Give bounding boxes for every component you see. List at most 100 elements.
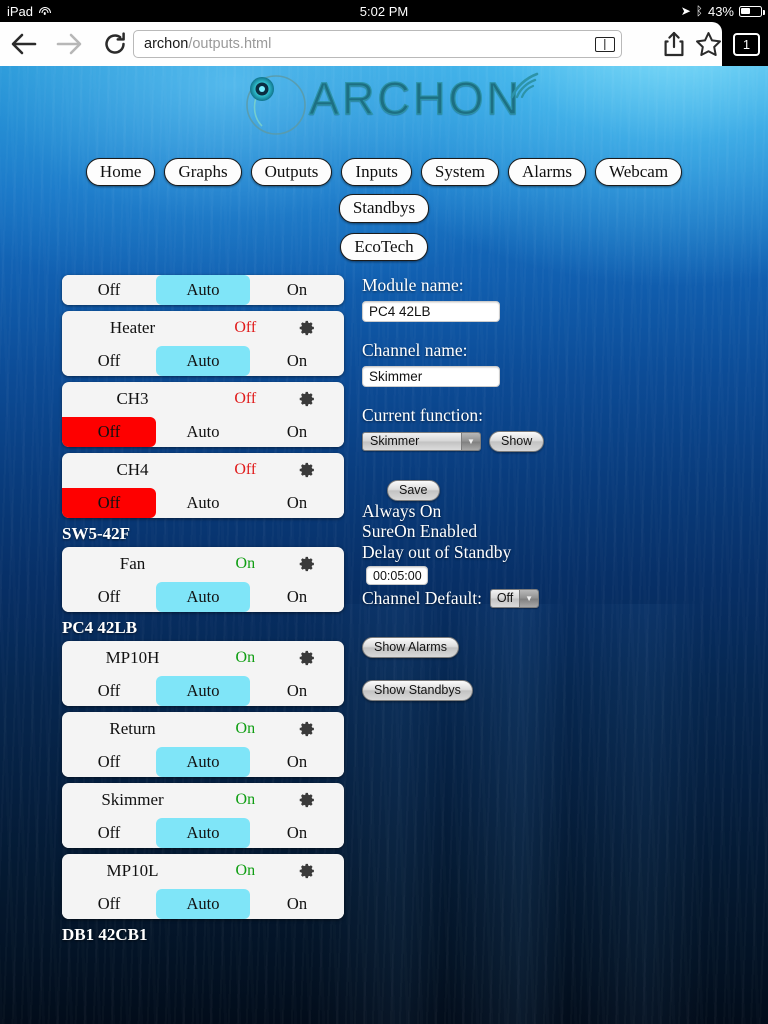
channel-name-label: Channel name: xyxy=(362,339,468,360)
back-button[interactable] xyxy=(0,22,46,66)
wireless-signal-icon xyxy=(510,72,539,99)
mode-on-button[interactable]: On xyxy=(250,274,344,305)
output-card: Return On Off Auto On xyxy=(62,711,344,777)
page-main: Off Auto On Heater Off Off Auto On CH3 O… xyxy=(0,261,768,948)
show-standbys-button[interactable]: Show Standbys xyxy=(362,679,473,701)
gear-icon[interactable] xyxy=(299,391,316,408)
forward-button[interactable] xyxy=(46,22,92,66)
show-alarms-row: Show Alarms xyxy=(362,636,768,658)
channel-status: On xyxy=(235,862,256,880)
mode-auto-button[interactable]: Auto xyxy=(156,888,250,919)
output-mode-buttons: Off Auto On xyxy=(62,817,344,848)
mode-off-button[interactable]: Off xyxy=(62,581,156,612)
address-bar[interactable]: archon/outputs.html xyxy=(133,30,622,58)
mode-off-button[interactable]: Off xyxy=(62,746,156,777)
module-name-input[interactable]: PC4 42LB xyxy=(362,300,500,322)
nav-item-system[interactable]: System xyxy=(420,158,499,187)
save-button[interactable]: Save xyxy=(387,479,440,501)
gear-icon[interactable] xyxy=(299,462,316,479)
share-icon[interactable] xyxy=(663,31,685,57)
mode-auto-button[interactable]: Auto xyxy=(156,487,250,518)
mode-on-button[interactable]: On xyxy=(250,675,344,706)
output-card-header: Heater Off xyxy=(62,311,344,346)
mode-on-button[interactable]: On xyxy=(250,345,344,376)
back-arrow-icon xyxy=(11,33,36,55)
channel-name-input[interactable]: Skimmer xyxy=(362,365,500,387)
status-bar-right: ➤ ᛒ 43% xyxy=(681,3,765,19)
show-function-button[interactable]: Show xyxy=(489,430,545,452)
bookmark-star-icon[interactable] xyxy=(695,31,722,57)
mode-auto-button[interactable]: Auto xyxy=(156,817,250,848)
mode-on-button[interactable]: On xyxy=(250,487,344,518)
channel-status: On xyxy=(235,791,256,809)
sureon-enabled-text: SureOn Enabled xyxy=(362,521,478,542)
main-navigation-row-2: EcoTech xyxy=(60,232,708,261)
nav-item-home[interactable]: Home xyxy=(85,158,156,187)
output-group-label: DB1 42CB1 xyxy=(62,924,148,944)
url-host: archon xyxy=(144,36,189,52)
gear-icon[interactable] xyxy=(299,320,316,337)
gear-icon[interactable] xyxy=(299,721,316,738)
nav-item-inputs[interactable]: Inputs xyxy=(341,158,412,187)
gear-icon[interactable] xyxy=(299,650,316,667)
mode-off-button[interactable]: Off xyxy=(62,675,156,706)
channel-default-select[interactable]: Off ▼ xyxy=(490,588,540,608)
archon-logo: ARCHON xyxy=(234,70,539,140)
toolbar-nav-buttons xyxy=(0,22,138,66)
battery-percent-label: 43% xyxy=(707,3,734,19)
nav-item-ecotech[interactable]: EcoTech xyxy=(340,232,428,261)
output-card: CH4 Off Off Auto On xyxy=(62,452,344,518)
channel-name: Return xyxy=(109,719,156,739)
mode-off-button[interactable]: Off xyxy=(62,487,156,518)
mode-off-button[interactable]: Off xyxy=(62,416,156,447)
channel-status: Off xyxy=(234,390,257,408)
mode-on-button[interactable]: On xyxy=(250,817,344,848)
nav-item-webcam[interactable]: Webcam xyxy=(595,158,683,187)
nav-item-graphs[interactable]: Graphs xyxy=(164,158,242,187)
reload-button[interactable] xyxy=(92,22,138,66)
always-on-text: Always On xyxy=(362,500,442,521)
output-card: Heater Off Off Auto On xyxy=(62,310,344,376)
nav-item-outputs[interactable]: Outputs xyxy=(250,158,333,187)
mode-on-button[interactable]: On xyxy=(250,416,344,447)
current-function-label: Current function: xyxy=(362,404,484,425)
mode-auto-button[interactable]: Auto xyxy=(156,675,250,706)
gear-icon[interactable] xyxy=(299,792,316,809)
gear-icon[interactable] xyxy=(299,863,316,880)
channel-name: Fan xyxy=(119,554,146,574)
mode-auto-button[interactable]: Auto xyxy=(156,416,250,447)
output-card: Off Auto On xyxy=(62,274,344,305)
current-function-select[interactable]: Skimmer ▼ xyxy=(362,431,481,451)
mode-on-button[interactable]: On xyxy=(250,746,344,777)
delay-out-of-standby-input[interactable]: 00:05:00 xyxy=(366,566,428,586)
mode-auto-button[interactable]: Auto xyxy=(156,274,250,305)
output-mode-buttons: Off Auto On xyxy=(62,274,344,305)
mode-on-button[interactable]: On xyxy=(250,581,344,612)
toolbar-actions xyxy=(663,22,722,66)
show-alarms-button[interactable]: Show Alarms xyxy=(362,636,459,658)
tab-counter[interactable]: 1 xyxy=(733,33,760,56)
status-bar-clock: 5:02 PM xyxy=(359,3,409,19)
mode-auto-button[interactable]: Auto xyxy=(156,345,250,376)
output-card: MP10L On Off Auto On xyxy=(62,853,344,919)
mode-auto-button[interactable]: Auto xyxy=(156,746,250,777)
output-card-header: Fan On xyxy=(62,547,344,582)
mode-off-button[interactable]: Off xyxy=(62,345,156,376)
channel-status: Off xyxy=(234,319,257,337)
gear-icon[interactable] xyxy=(299,556,316,573)
nav-item-standbys[interactable]: Standbys xyxy=(338,194,430,223)
mode-auto-button[interactable]: Auto xyxy=(156,581,250,612)
nav-item-alarms[interactable]: Alarms xyxy=(507,158,587,187)
output-card-header: CH4 Off xyxy=(62,453,344,488)
mode-off-button[interactable]: Off xyxy=(62,274,156,305)
mode-off-button[interactable]: Off xyxy=(62,888,156,919)
mode-off-button[interactable]: Off xyxy=(62,817,156,848)
reader-view-icon[interactable] xyxy=(595,36,615,52)
archon-circle-logo-icon xyxy=(246,75,306,135)
mode-on-button[interactable]: On xyxy=(250,888,344,919)
